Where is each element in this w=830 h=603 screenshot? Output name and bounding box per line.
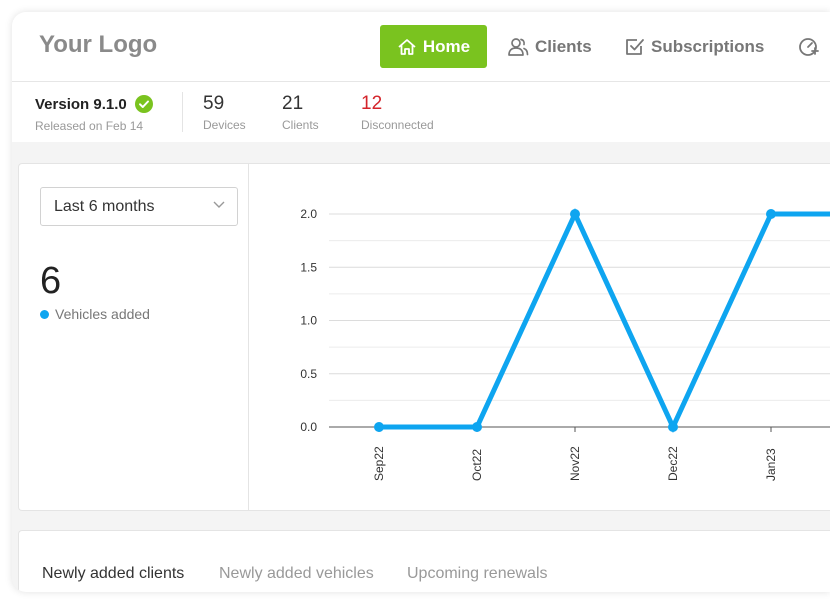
stat-clients-value: 21 bbox=[282, 93, 304, 114]
vehicles-chart-card: Last 6 months 6 Vehicles added 0.0 0.5 1.0… bbox=[18, 163, 830, 511]
legend-dot bbox=[40, 309, 49, 319]
dashboard-gauge-icon bbox=[799, 37, 819, 56]
nav-home-label: Home bbox=[422, 36, 471, 56]
stats-bar: Version 9.1.0 Released on Feb 14 59 Devi… bbox=[12, 82, 830, 142]
stat-devices-value: 59 bbox=[203, 93, 225, 114]
version-title: Version 9.1.0 bbox=[35, 95, 153, 113]
x-tick-label: Sep22 bbox=[372, 446, 386, 481]
checkbox-icon bbox=[626, 38, 644, 55]
top-navbar: Your Logo Home Clients Subscriptions bbox=[12, 12, 830, 82]
check-circle-icon bbox=[134, 95, 153, 113]
version-label: Version 9.1.0 bbox=[35, 95, 127, 113]
stat-devices[interactable]: 59 Devices bbox=[203, 93, 246, 132]
period-select-value: Last 6 months bbox=[54, 197, 155, 215]
stat-devices-label: Devices bbox=[203, 118, 246, 132]
stat-clients-label: Clients bbox=[282, 118, 319, 132]
vehicles-added-count: 6 bbox=[40, 260, 62, 302]
tab-newly-added-clients[interactable]: Newly added clients bbox=[42, 565, 184, 583]
nav-clients-button[interactable]: Clients bbox=[507, 25, 592, 68]
clients-tabs-card: Newly added clients Newly added vehicles… bbox=[18, 530, 830, 592]
legend-label: Vehicles added bbox=[55, 306, 150, 322]
data-point[interactable] bbox=[766, 209, 776, 219]
chevron-down-icon bbox=[213, 201, 225, 208]
logo: Your Logo bbox=[39, 31, 158, 58]
app-window: Your Logo Home Clients Subscriptions Ver… bbox=[12, 12, 830, 592]
y-tick-label: 1.0 bbox=[300, 314, 317, 328]
period-select[interactable]: Last 6 months bbox=[40, 187, 238, 226]
line-chart: 0.0 0.5 1.0 1.5 2.0 Sep22 Oct22 Nov22 Dec22 Jan23… bbox=[249, 164, 830, 510]
stat-disconnected-value: 12 bbox=[361, 93, 383, 114]
nav-clients-label: Clients bbox=[535, 36, 592, 56]
x-tick-label: Nov22 bbox=[568, 446, 582, 481]
tab-upcoming-renewals[interactable]: Upcoming renewals bbox=[407, 565, 548, 583]
chart-summary-panel: Last 6 months 6 Vehicles added bbox=[19, 164, 249, 510]
stat-disconnected[interactable]: 12 Disconnected bbox=[361, 93, 434, 132]
stats-divider bbox=[182, 92, 183, 132]
y-tick-label: 0.5 bbox=[300, 367, 317, 381]
data-point[interactable] bbox=[374, 422, 384, 432]
data-point[interactable] bbox=[570, 209, 580, 219]
data-point[interactable] bbox=[472, 422, 482, 432]
users-icon bbox=[508, 37, 529, 56]
stat-clients[interactable]: 21 Clients bbox=[282, 93, 319, 132]
x-tick-label: Dec22 bbox=[666, 446, 680, 481]
y-tick-label: 2.0 bbox=[300, 207, 317, 221]
x-tick-label: Jan23 bbox=[764, 448, 778, 481]
chart-svg: 0.0 0.5 1.0 1.5 2.0 Sep22 Oct22 Nov22 Dec22 Jan23… bbox=[300, 207, 830, 481]
chart-legend: Vehicles added bbox=[40, 306, 150, 322]
data-point[interactable] bbox=[668, 422, 678, 432]
stat-disconnected-label: Disconnected bbox=[361, 118, 434, 132]
version-release-date: Released on Feb 14 bbox=[35, 119, 144, 133]
nav-subscriptions-button[interactable]: Subscriptions bbox=[625, 25, 764, 68]
nav-subscriptions-label: Subscriptions bbox=[651, 36, 765, 56]
home-icon bbox=[398, 38, 416, 55]
nav-more-button[interactable] bbox=[797, 25, 825, 68]
y-tick-label: 1.5 bbox=[300, 260, 317, 274]
nav-home-button[interactable]: Home bbox=[380, 25, 487, 68]
y-tick-label: 0.0 bbox=[300, 420, 317, 434]
tab-newly-added-vehicles[interactable]: Newly added vehicles bbox=[219, 565, 374, 583]
x-tick-label: Oct22 bbox=[470, 449, 484, 481]
